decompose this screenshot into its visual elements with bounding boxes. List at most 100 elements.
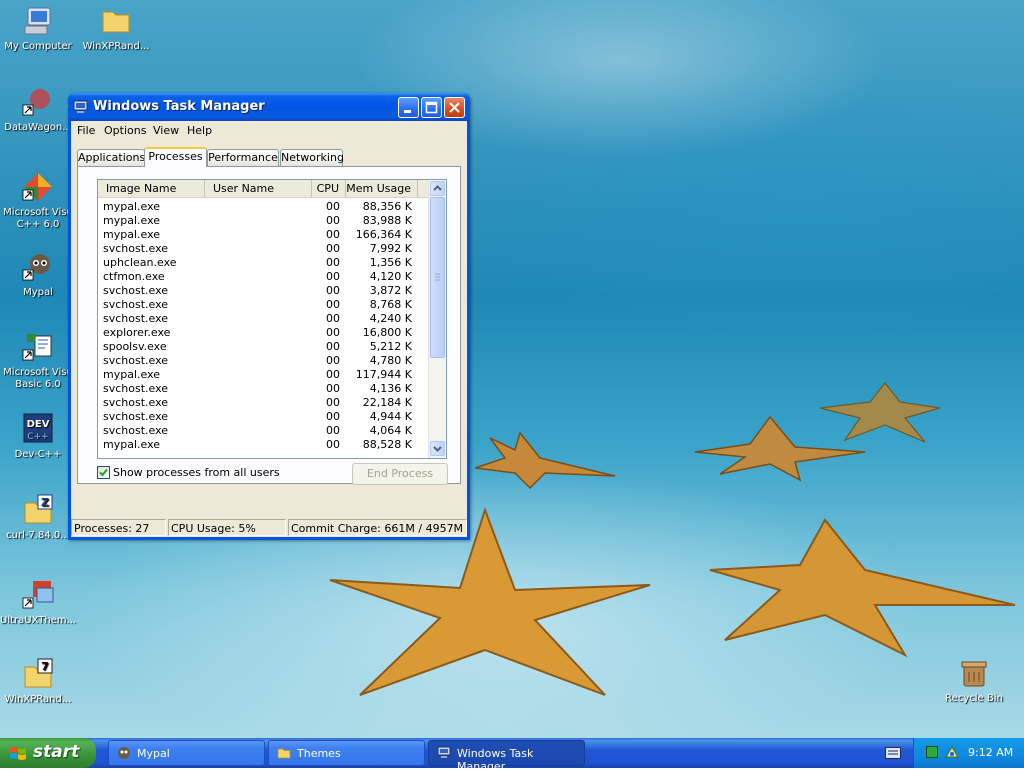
menu-help[interactable]: Help (187, 124, 212, 137)
process-cpu: 00 (326, 410, 340, 423)
process-row[interactable]: mypal.exe 00 166,364 K (98, 228, 429, 242)
close-button[interactable] (444, 97, 465, 118)
process-mem-usage: 7,992 K (369, 242, 412, 255)
process-mem-usage: 4,136 K (369, 382, 412, 395)
desktop-icon-curl-archive[interactable]: Z curl-7.84.0... (0, 493, 76, 542)
process-cpu: 00 (326, 354, 340, 367)
process-cpu: 00 (326, 424, 340, 437)
process-cpu: 00 (326, 326, 340, 339)
mypal-icon (21, 250, 55, 284)
network-tray-icon[interactable] (944, 745, 960, 759)
process-row[interactable]: svchost.exe 00 3,872 K (98, 284, 429, 298)
processes-panel: Image Name User Name CPU Mem Usage mypal… (77, 166, 461, 485)
process-mem-usage: 4,120 K (369, 270, 412, 283)
vertical-scrollbar[interactable] (428, 180, 446, 458)
desktop-icon-winxprand-folder[interactable]: WinXPRand... (78, 4, 154, 53)
scroll-thumb[interactable] (430, 197, 445, 358)
dev-cpp-icon: DEV C++ (21, 412, 55, 446)
desktop-icon-my-computer[interactable]: My Computer (0, 4, 76, 53)
clock[interactable]: 9:12 AM (968, 746, 1013, 759)
process-cpu: 00 (326, 396, 340, 409)
process-row[interactable]: mypal.exe 00 88,356 K (98, 200, 429, 214)
checkmark-icon (99, 468, 108, 477)
process-row[interactable]: uphclean.exe 00 1,356 K (98, 256, 429, 270)
task-manager-icon (73, 100, 88, 113)
process-row[interactable]: svchost.exe 00 4,240 K (98, 312, 429, 326)
chevron-up-icon (433, 185, 442, 191)
process-mem-usage: 16,800 K (362, 326, 412, 339)
menu-view[interactable]: View (153, 124, 179, 137)
desktop-icon-winxprand-archive[interactable]: 7 WinXPRand... (0, 657, 76, 706)
process-cpu: 00 (326, 312, 340, 325)
process-row[interactable]: mypal.exe 00 88,528 K (98, 438, 429, 452)
process-image-name: ctfmon.exe (103, 270, 165, 283)
desktop-icon-datawagon[interactable]: DataWagon... (0, 85, 76, 134)
shortcut-icon (21, 578, 55, 612)
process-row[interactable]: svchost.exe 00 4,780 K (98, 354, 429, 368)
desktop-icon-ultrauxtheme[interactable]: UltraUXThem... (0, 578, 76, 627)
process-row[interactable]: explorer.exe 00 16,800 K (98, 326, 429, 340)
svg-text:Z: Z (41, 496, 49, 509)
process-row[interactable]: svchost.exe 00 4,064 K (98, 424, 429, 438)
tab-performance[interactable]: Performance (207, 149, 279, 166)
task-manager-icon (437, 746, 451, 758)
process-row[interactable]: ctfmon.exe 00 4,120 K (98, 270, 429, 284)
column-mem-usage[interactable]: Mem Usage (346, 180, 418, 197)
tab-processes[interactable]: Processes (144, 147, 207, 167)
process-row[interactable]: svchost.exe 00 22,184 K (98, 396, 429, 410)
checkbox-box[interactable] (97, 466, 110, 479)
tab-networking[interactable]: Networking (280, 149, 344, 166)
column-image-name[interactable]: Image Name (98, 180, 205, 197)
process-row[interactable]: mypal.exe 00 83,988 K (98, 214, 429, 228)
desktop-icon-visual-basic[interactable]: Microsoft Visu Basic 6.0 (0, 330, 76, 391)
process-row[interactable]: svchost.exe 00 7,992 K (98, 242, 429, 256)
maximize-button[interactable] (421, 97, 442, 118)
process-row[interactable]: mypal.exe 00 117,944 K (98, 368, 429, 382)
menu-file[interactable]: File (77, 124, 95, 137)
desktop-icon-visual-cpp[interactable]: Microsoft Visu C++ 6.0 (0, 170, 76, 231)
process-row[interactable]: spoolsv.exe 00 5,212 K (98, 340, 429, 354)
desktop-icon-mypal[interactable]: Mypal (0, 250, 76, 299)
desktop-icon-label: WinXPRand... (4, 694, 72, 705)
zip-folder-icon: Z (21, 493, 55, 527)
desktop-icon-dev-cpp[interactable]: DEV C++ Dev-C++ (0, 412, 76, 461)
tab-applications[interactable]: Applications (77, 149, 145, 166)
show-all-users-label: Show processes from all users (113, 466, 280, 479)
process-list[interactable]: Image Name User Name CPU Mem Usage mypal… (97, 179, 447, 459)
process-cpu: 00 (326, 298, 340, 311)
process-row[interactable]: svchost.exe 00 4,136 K (98, 382, 429, 396)
end-process-button[interactable]: End Process (352, 463, 448, 485)
process-image-name: svchost.exe (103, 312, 169, 325)
process-row[interactable]: svchost.exe 00 8,768 K (98, 298, 429, 312)
grip-icon (435, 273, 440, 281)
process-mem-usage: 88,356 K (362, 200, 412, 213)
taskbar-button-mypal[interactable]: Mypal (108, 740, 265, 766)
column-user-name[interactable]: User Name (205, 180, 312, 197)
visual-basic-icon (21, 330, 55, 364)
keyboard-icon[interactable] (885, 747, 901, 759)
green-status-icon[interactable] (926, 746, 938, 758)
process-cpu: 00 (326, 368, 340, 381)
scroll-down-button[interactable] (430, 441, 445, 456)
minimize-icon (404, 110, 411, 113)
column-cpu[interactable]: CPU (312, 180, 346, 197)
process-rows: mypal.exe 00 88,356 Kmypal.exe 00 83,988 Kmy… (98, 200, 429, 452)
window-title: Windows Task Manager (93, 99, 265, 114)
scroll-up-button[interactable] (430, 181, 445, 196)
start-button[interactable]: start (0, 738, 96, 768)
process-mem-usage: 3,872 K (369, 284, 412, 297)
process-image-name: mypal.exe (103, 228, 161, 241)
desktop-icon-recycle-bin[interactable]: Recycle Bin (936, 656, 1012, 705)
taskbar-button-themes[interactable]: Themes (268, 740, 425, 766)
process-image-name: svchost.exe (103, 410, 169, 423)
title-bar[interactable]: Windows Task Manager (68, 93, 470, 121)
process-image-name: svchost.exe (103, 424, 169, 437)
taskbar: start Mypal Themes Windows Task Manager … (0, 738, 1024, 773)
system-tray: 9:12 AM (913, 738, 1024, 768)
recycle-bin-icon (957, 656, 991, 690)
task-manager-window[interactable]: Windows Task Manager File Options View H… (68, 93, 470, 540)
minimize-button[interactable] (398, 97, 419, 118)
process-row[interactable]: svchost.exe 00 4,944 K (98, 410, 429, 424)
taskbar-button-task-manager[interactable]: Windows Task Manager (428, 740, 585, 773)
menu-options[interactable]: Options (104, 124, 146, 137)
